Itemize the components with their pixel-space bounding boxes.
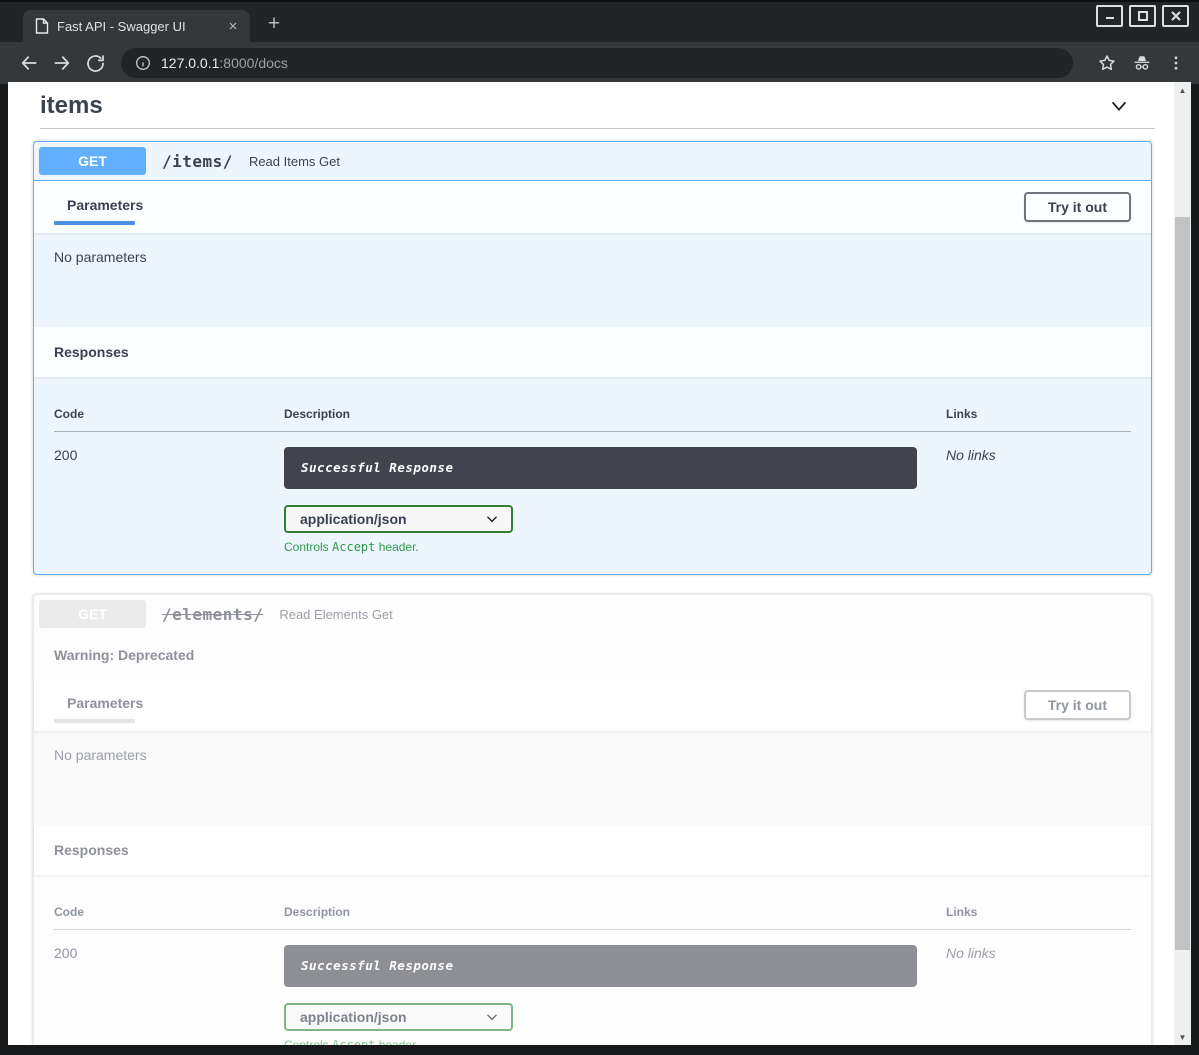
column-header-links: Links (946, 387, 1131, 432)
select-chevron-down-icon (485, 1010, 499, 1024)
column-header-description: Description (284, 387, 946, 432)
opblock-summary[interactable]: GET /items/ Read Items Get (34, 142, 1151, 181)
try-it-out-button[interactable]: Try it out (1024, 690, 1131, 720)
browser-tab[interactable]: Fast API - Swagger UI × (23, 10, 250, 42)
accept-header-note: Controls Accept header. (284, 1038, 946, 1045)
no-links-text: No links (946, 447, 996, 463)
tab-parameters[interactable]: Parameters (54, 197, 156, 225)
operation-summary: Read Items Get (243, 154, 340, 169)
swagger-ui: items GET /items/ Read Items Get Paramet… (8, 82, 1174, 1045)
operation-path: /elements/ (146, 605, 273, 624)
no-parameters-text: No parameters (54, 249, 147, 265)
responses-body: Code Description Links 200 Successful Re… (34, 875, 1151, 1045)
responses-header: Responses (34, 327, 1151, 377)
url-bar[interactable]: 127.0.0.1:8000/docs (121, 48, 1073, 78)
page-viewport: items GET /items/ Read Items Get Paramet… (8, 82, 1191, 1045)
site-info-icon[interactable] (135, 55, 151, 71)
scrollbar-thumb[interactable] (1175, 217, 1190, 950)
parameters-tab-underline (54, 221, 135, 225)
minimize-button[interactable] (1096, 5, 1123, 27)
parameters-body: No parameters (34, 233, 1151, 327)
operation-path: /items/ (146, 152, 243, 171)
no-links-text: No links (946, 945, 996, 961)
column-header-links: Links (946, 885, 1131, 930)
collapse-chevron-icon[interactable] (1108, 95, 1130, 117)
bookmark-star-icon[interactable] (1097, 53, 1117, 73)
select-chevron-down-icon (485, 512, 499, 526)
browser-menu-icon[interactable] (1167, 54, 1185, 72)
parameters-tab-label: Parameters (54, 197, 156, 221)
back-icon[interactable] (14, 48, 44, 78)
media-type-value: application/json (300, 1009, 407, 1025)
accept-header-note: Controls Accept header. (284, 540, 946, 554)
tab-close-icon[interactable]: × (224, 17, 242, 35)
browser-chrome: Fast API - Swagger UI × + (0, 0, 1199, 82)
responses-table: Code Description Links 200 Successful Re… (54, 885, 1131, 1045)
tab-strip: Fast API - Swagger UI × + (0, 2, 1199, 42)
responses-header: Responses (34, 825, 1151, 875)
tag-title: items (40, 92, 103, 120)
try-it-out-button[interactable]: Try it out (1024, 192, 1131, 222)
responses-title: Responses (54, 842, 129, 858)
incognito-icon[interactable] (1131, 52, 1153, 74)
response-row-200: 200 Successful Response application/json (54, 930, 1131, 1046)
media-type-select[interactable]: application/json (284, 505, 513, 533)
close-button[interactable] (1162, 5, 1189, 27)
response-row-200: 200 Successful Response application/json (54, 432, 1131, 555)
media-type-select[interactable]: application/json (284, 1003, 513, 1031)
url-host: 127.0.0.1 (161, 55, 219, 71)
opblock-get-elements-deprecated: GET /elements/ Read Elements Get Warning… (33, 594, 1152, 1045)
scrollbar-down-icon[interactable]: ▼ (1174, 1030, 1191, 1044)
response-code: 200 (54, 945, 77, 961)
response-description-box: Successful Response (284, 447, 917, 489)
tag-section-header[interactable]: items (8, 82, 1174, 120)
method-badge: GET (39, 600, 146, 628)
media-type-value: application/json (300, 511, 407, 527)
parameters-header: Parameters Try it out (34, 181, 1151, 233)
method-badge: GET (39, 147, 146, 175)
responses-title: Responses (54, 344, 129, 360)
parameters-tab-underline (54, 719, 135, 723)
tab-parameters[interactable]: Parameters (54, 695, 156, 723)
toolbar-right (1097, 52, 1185, 74)
response-description-box: Successful Response (284, 945, 917, 987)
opblock-summary[interactable]: GET /elements/ Read Elements Get (34, 595, 1151, 633)
forward-icon[interactable] (47, 48, 77, 78)
parameters-tab-label: Parameters (54, 695, 156, 719)
no-parameters-text: No parameters (54, 747, 147, 763)
deprecated-warning: Warning: Deprecated (34, 633, 1151, 679)
page-file-icon (35, 18, 49, 34)
parameters-header: Parameters Try it out (34, 679, 1151, 731)
column-header-code: Code (54, 885, 284, 930)
url-text: 127.0.0.1:8000/docs (161, 55, 288, 71)
scrollbar-up-icon[interactable]: ▲ (1174, 83, 1191, 97)
operation-summary: Read Elements Get (273, 607, 392, 622)
opblock-get-items: GET /items/ Read Items Get Parameters Tr… (33, 141, 1152, 575)
column-header-description: Description (284, 885, 946, 930)
responses-body: Code Description Links 200 Successful Re… (34, 377, 1151, 574)
column-header-code: Code (54, 387, 284, 432)
response-code: 200 (54, 447, 77, 463)
parameters-body: No parameters (34, 731, 1151, 825)
tab-title: Fast API - Swagger UI (57, 19, 224, 34)
tag-divider (40, 128, 1155, 129)
window-controls (1096, 5, 1189, 27)
url-path: :8000/docs (219, 55, 288, 71)
maximize-button[interactable] (1129, 5, 1156, 27)
new-tab-button[interactable]: + (260, 10, 288, 38)
page-scrollbar[interactable]: ▲ ▼ (1174, 82, 1191, 1045)
responses-table: Code Description Links 200 Successful Re… (54, 387, 1131, 554)
response-description-text: Successful Response (301, 958, 454, 973)
reload-icon[interactable] (80, 48, 110, 78)
response-description-text: Successful Response (301, 460, 454, 475)
browser-toolbar: 127.0.0.1:8000/docs (0, 42, 1199, 84)
